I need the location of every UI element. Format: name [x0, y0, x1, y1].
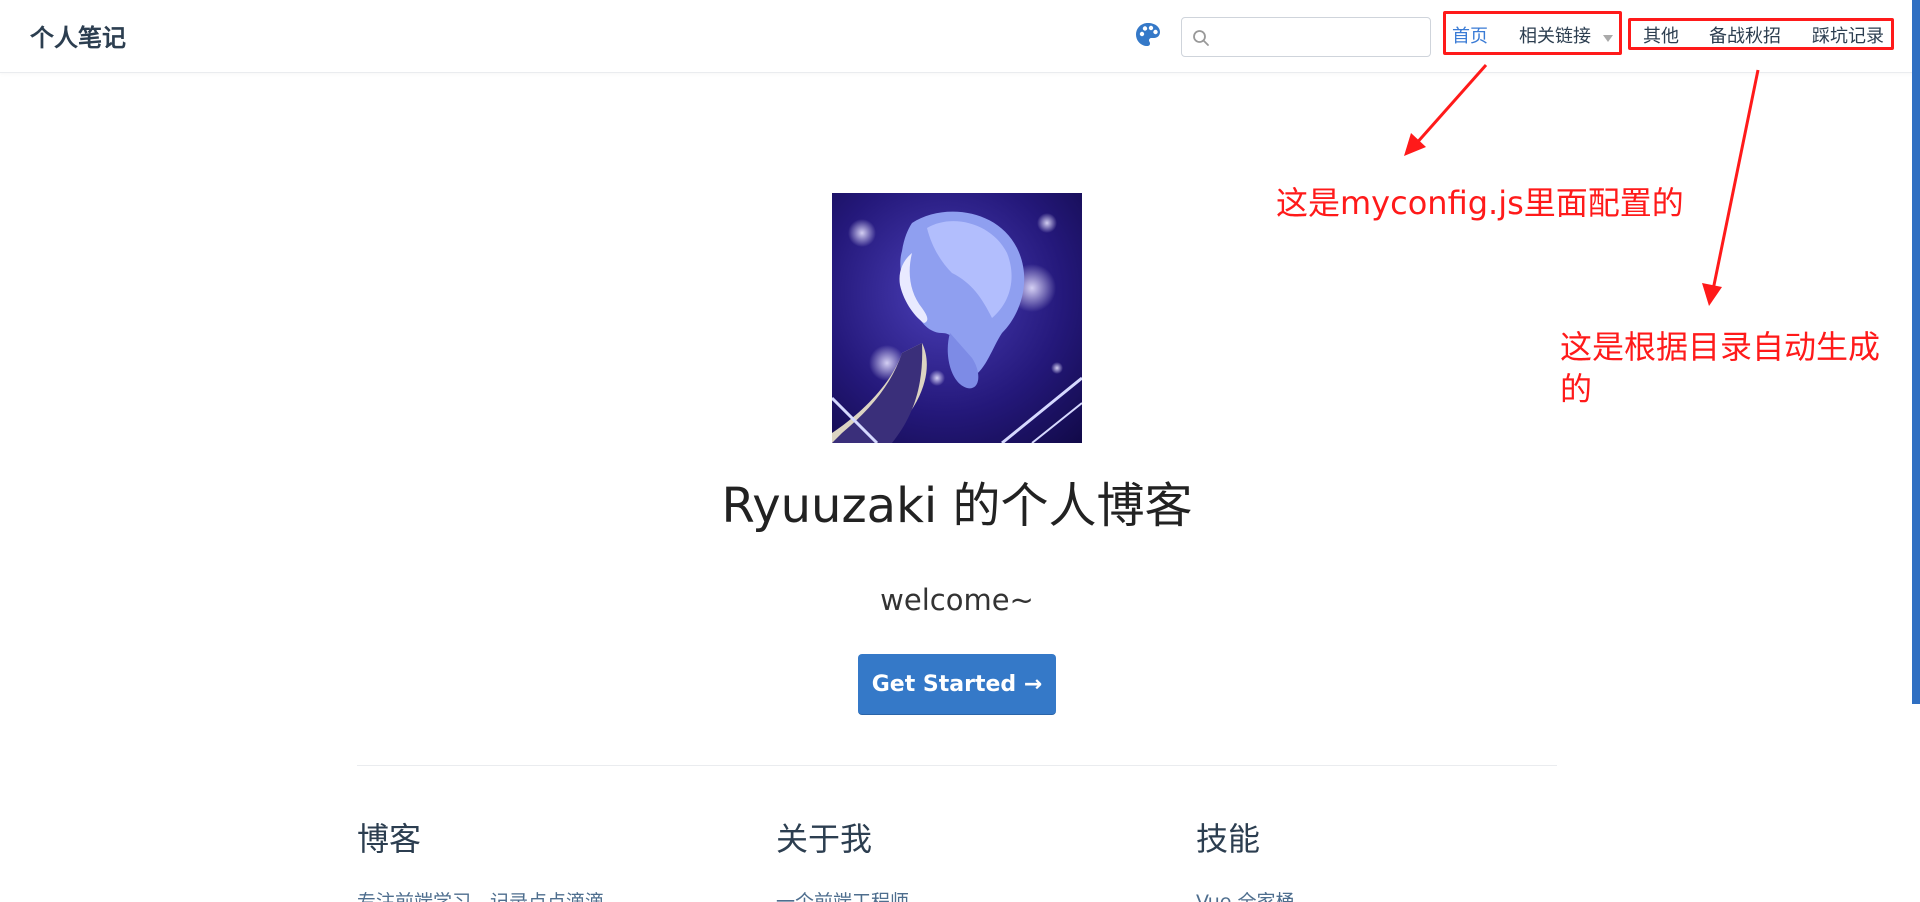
- annotation-arrowhead-config: [1404, 133, 1426, 156]
- hero-title: Ryuuzaki 的个人博客: [721, 478, 1193, 534]
- feature-title: 技能: [1196, 820, 1261, 858]
- annotation-config-note: 这是myconfig.js里面配置的: [1276, 184, 1684, 222]
- hero-avatar-image: [832, 193, 1082, 443]
- feature-blog: 博客 专注前端学习，记录点点滴滴: [357, 818, 737, 902]
- page: 个人笔记 首页 相关链接 其他 备战秋招 踩坑记录 Ryuuzaki 的个人博客…: [0, 0, 1920, 902]
- search-icon: [1193, 30, 1209, 46]
- palette-icon[interactable]: [1134, 21, 1162, 49]
- feature-about: 关于我 一个前端工程师: [776, 818, 1156, 902]
- site-name-link[interactable]: 个人笔记: [30, 22, 126, 54]
- annotation-arrows: [1404, 64, 1760, 306]
- feature-details: Vue 全家桶: [1196, 891, 1295, 902]
- feature-details: 一个前端工程师: [776, 891, 910, 902]
- hero-description: welcome~: [880, 583, 1034, 617]
- feature-skills: 技能 Vue 全家桶: [1196, 818, 1576, 902]
- annotation-arrow-config: [1413, 64, 1488, 146]
- divider: [357, 765, 1557, 766]
- feature-title: 博客: [357, 820, 422, 858]
- search-input[interactable]: [1218, 22, 1422, 54]
- annotation-arrowhead-auto: [1702, 283, 1722, 306]
- annotation-arrow-auto: [1711, 69, 1760, 291]
- feature-title: 关于我: [776, 820, 873, 858]
- get-started-button[interactable]: Get Started →: [858, 654, 1056, 715]
- feature-details: 专注前端学习，记录点点滴滴: [357, 891, 605, 902]
- annotation-auto-note-line2: 的: [1560, 370, 1593, 408]
- annotation-box-auto: [1628, 18, 1894, 50]
- annotation-auto-note-line1: 这是根据目录自动生成: [1560, 328, 1881, 366]
- search-box[interactable]: [1181, 17, 1431, 57]
- annotation-box-config: [1443, 11, 1622, 55]
